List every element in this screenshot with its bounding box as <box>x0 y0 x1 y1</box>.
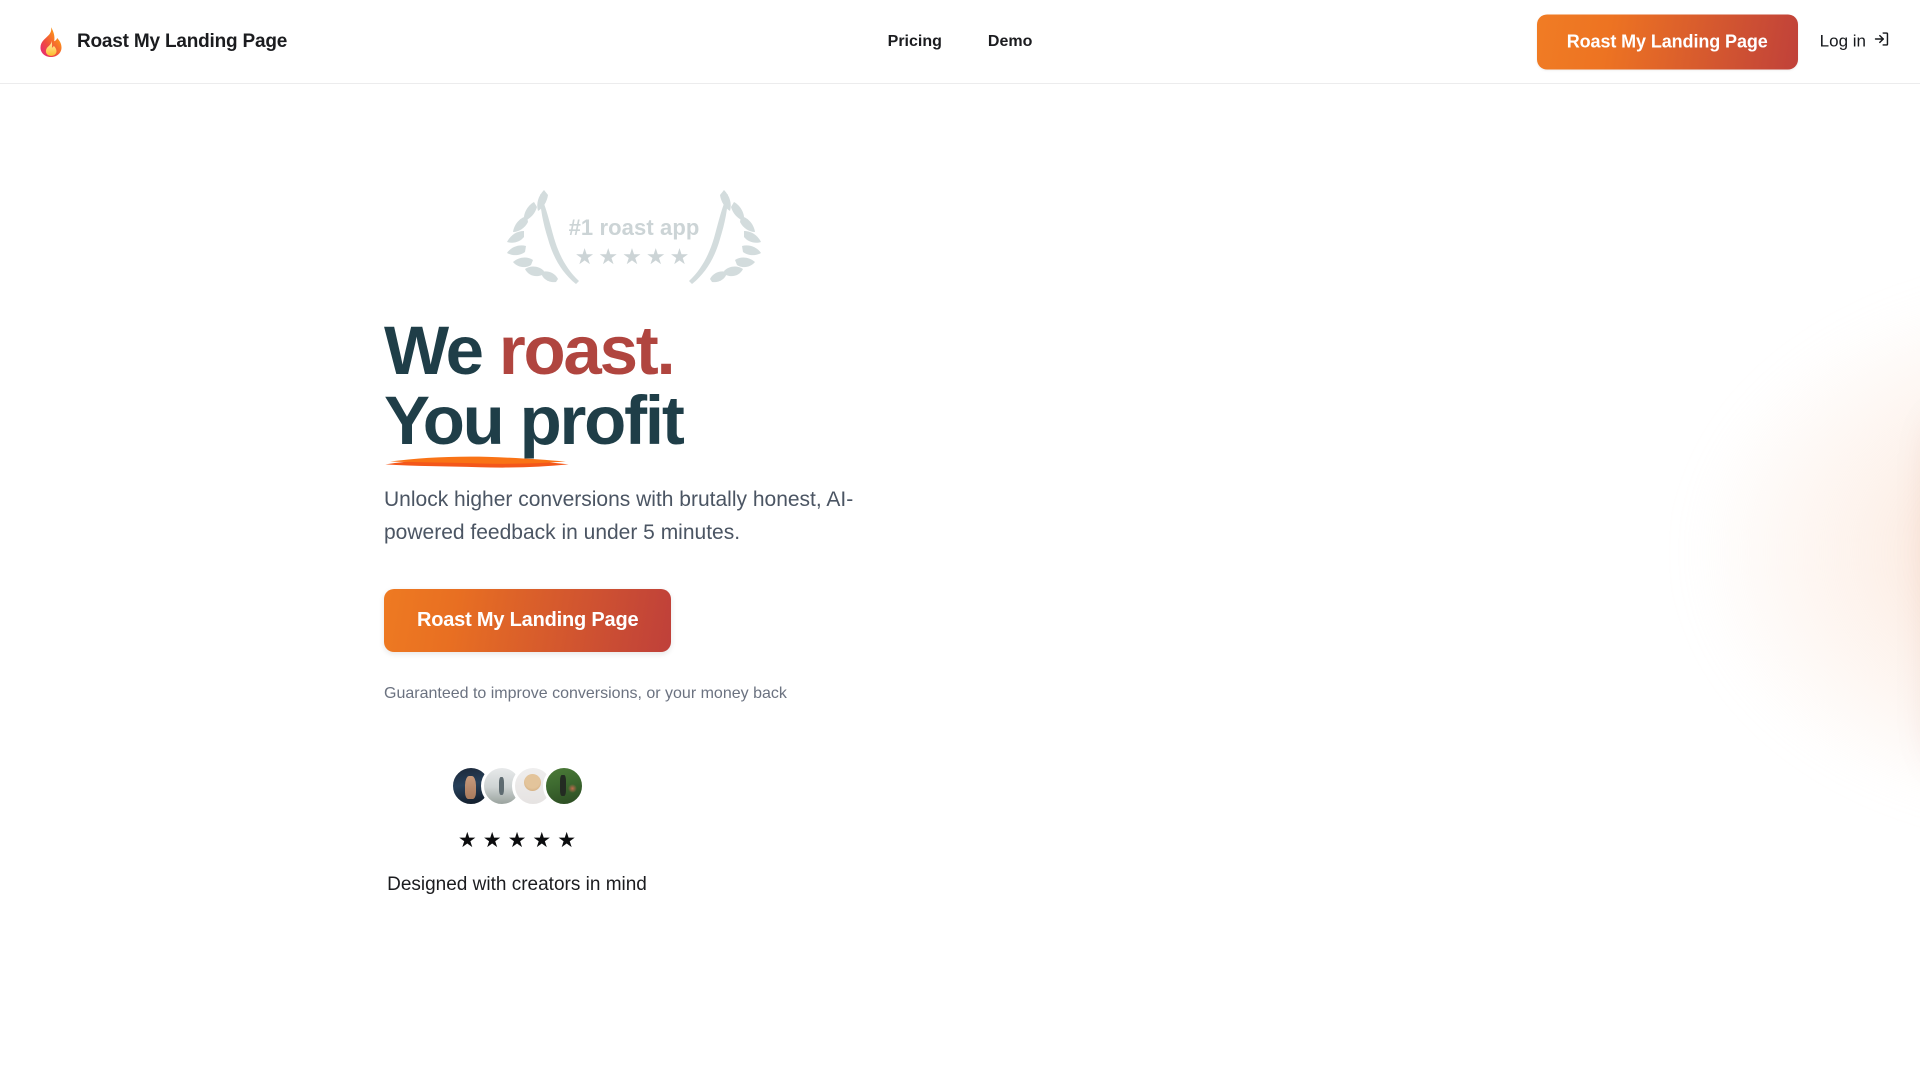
flame-icon <box>36 26 66 58</box>
login-label: Log in <box>1819 31 1866 51</box>
avatar <box>542 765 585 808</box>
hero-right-column: JobBuddy 1 Home 2 Pricing 3 Blog 4 Prici… <box>960 92 1920 1080</box>
headline-part-roast: roast. <box>498 312 676 389</box>
rating-stars: ★★★★★ <box>457 829 583 853</box>
badge-stars: ★★★★★ <box>574 244 694 269</box>
badge-label: #1 roast app <box>568 215 700 240</box>
avatar-group <box>384 765 650 808</box>
nav-links: Pricing Demo <box>888 33 1033 51</box>
login-link[interactable]: Log in <box>1820 31 1896 53</box>
nav-link-demo[interactable]: Demo <box>988 33 1032 51</box>
nav-actions: Roast My Landing Page Log in <box>1536 14 1896 69</box>
nav-cta-button[interactable]: Roast My Landing Page <box>1536 14 1798 69</box>
glow-backdrop <box>1695 282 1920 822</box>
brand-logo-link[interactable]: Roast My Landing Page <box>36 26 287 58</box>
headline-part-you-profit: You profit <box>384 382 685 460</box>
nav-link-pricing[interactable]: Pricing <box>888 33 942 51</box>
social-proof: ★★★★★ Designed with creators in mind <box>384 765 650 896</box>
laurel-wreath-icon <box>507 190 761 284</box>
hero-subheadline: Unlock higher conversions with brutally … <box>384 487 854 544</box>
hero-section: #1 roast app ★★★★★ We roast. You profit … <box>0 84 1920 1080</box>
brand-name: Roast My Landing Page <box>77 30 288 52</box>
page-title: We roast. You profit <box>384 315 960 468</box>
top-navbar: Roast My Landing Page Pricing Demo Roast… <box>0 0 1920 84</box>
login-arrow-icon <box>1873 31 1890 53</box>
award-badge: #1 roast app ★★★★★ <box>484 182 784 302</box>
hero-cta-button[interactable]: Roast My Landing Page <box>384 589 672 653</box>
social-proof-caption: Designed with creators in mind <box>387 874 647 896</box>
headline-part-we: We <box>384 312 499 389</box>
guarantee-text: Guaranteed to improve conversions, or yo… <box>384 685 787 703</box>
hero-left-column: #1 roast app ★★★★★ We roast. You profit … <box>0 92 960 1080</box>
